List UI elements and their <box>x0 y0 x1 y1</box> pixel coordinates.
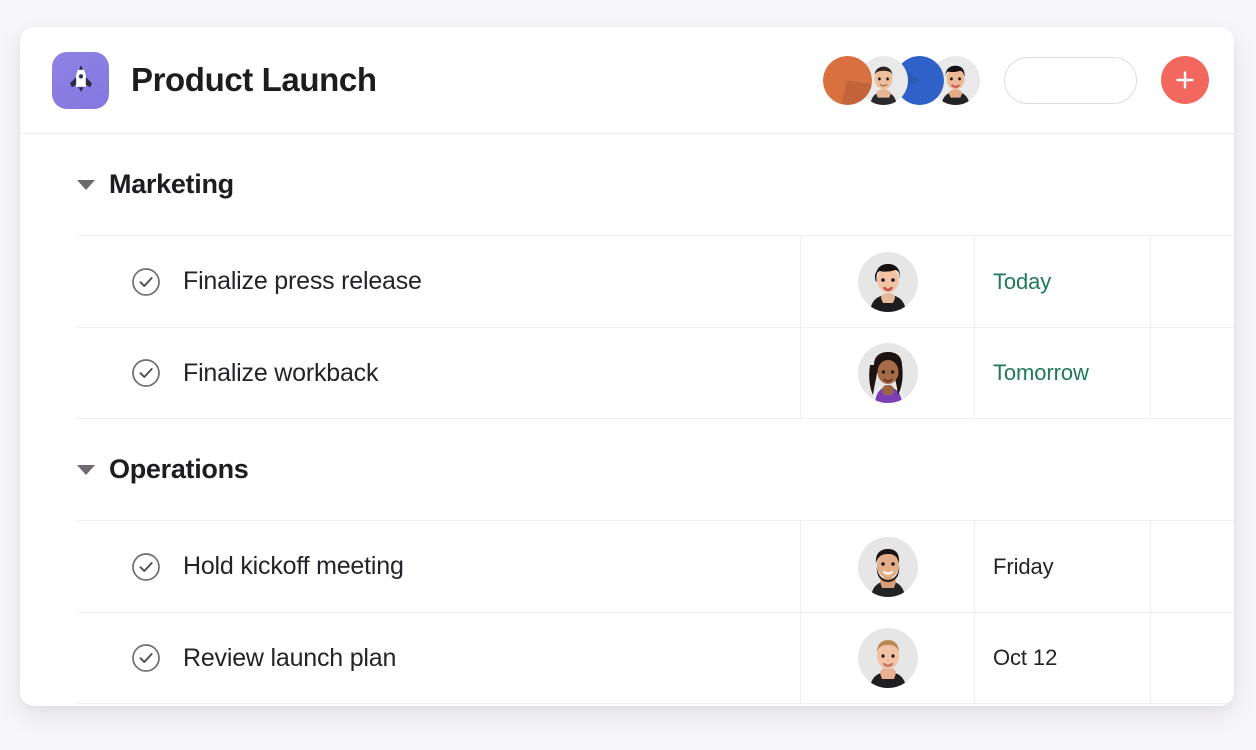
filter-pill-button[interactable] <box>1004 56 1137 104</box>
assignee-avatar-bearded-man[interactable] <box>857 536 918 597</box>
section-title: Marketing <box>109 169 234 199</box>
check-circle-icon[interactable] <box>131 643 161 673</box>
due-date-text: Friday <box>993 553 1054 579</box>
table-row[interactable]: Finalize workback Tomorrow <box>77 327 1234 419</box>
task-title: Finalize press release <box>183 267 422 295</box>
section-operations: Operations Hold kickoff meeting Friday R… <box>20 419 1234 704</box>
header-actions <box>823 55 1209 105</box>
table-row[interactable]: Hold kickoff meeting Friday <box>77 520 1234 612</box>
due-date-text: Tomorrow <box>993 360 1089 385</box>
assignee-cell[interactable] <box>801 521 975 612</box>
check-circle-icon[interactable] <box>131 358 161 388</box>
section-header-operations[interactable]: Operations <box>20 419 1234 520</box>
check-circle-icon[interactable] <box>131 267 161 297</box>
section-title: Operations <box>109 454 249 484</box>
due-date-cell[interactable]: Today <box>975 236 1151 327</box>
member-avatar-1[interactable] <box>823 55 872 105</box>
task-cell[interactable]: Finalize press release <box>77 236 801 327</box>
card-header: Product Launch <box>20 27 1234 134</box>
add-task-button[interactable] <box>1161 56 1209 104</box>
project-card: Product Launch Marketing Finalize press … <box>20 27 1234 706</box>
extra-field-cell[interactable] <box>1151 236 1234 327</box>
page-title: Product Launch <box>131 61 377 98</box>
assignee-cell[interactable] <box>801 236 975 327</box>
assignee-cell[interactable] <box>801 613 975 703</box>
check-circle-icon[interactable] <box>131 552 161 582</box>
extra-field-cell[interactable] <box>1151 613 1234 703</box>
extra-field-cell[interactable] <box>1151 328 1234 418</box>
member-avatar-stack[interactable] <box>823 55 980 105</box>
assignee-avatar-asian-woman[interactable] <box>857 251 918 312</box>
due-date-cell[interactable]: Tomorrow <box>975 328 1151 418</box>
due-date-text: Oct 12 <box>993 645 1058 670</box>
assignee-avatar-blond-man[interactable] <box>857 628 918 688</box>
extra-field-cell[interactable] <box>1151 521 1234 612</box>
screen: Product Launch Marketing Finalize press … <box>0 0 1256 750</box>
plus-icon <box>1176 71 1194 89</box>
chevron-down-icon[interactable] <box>77 179 95 190</box>
task-cell[interactable]: Review launch plan <box>77 613 801 703</box>
due-date-cell[interactable]: Friday <box>975 521 1151 612</box>
table-row[interactable]: Finalize press release Today <box>77 235 1234 327</box>
due-date-text: Today <box>993 268 1052 294</box>
task-title: Hold kickoff meeting <box>183 552 404 580</box>
table-row[interactable]: Review launch plan Oct 12 <box>77 612 1234 704</box>
section-marketing: Marketing Finalize press release Today F… <box>20 134 1234 419</box>
due-date-cell[interactable]: Oct 12 <box>975 613 1151 703</box>
task-title: Review launch plan <box>183 643 397 672</box>
task-title: Finalize workback <box>183 358 379 387</box>
section-header-marketing[interactable]: Marketing <box>20 134 1234 235</box>
rocket-icon <box>52 51 109 109</box>
assignee-avatar-black-woman[interactable] <box>857 343 918 403</box>
task-cell[interactable]: Hold kickoff meeting <box>77 521 801 612</box>
task-sheet: Marketing Finalize press release Today F… <box>20 134 1234 704</box>
task-cell[interactable]: Finalize workback <box>77 328 801 418</box>
chevron-down-icon[interactable] <box>77 464 95 475</box>
assignee-cell[interactable] <box>801 328 975 418</box>
